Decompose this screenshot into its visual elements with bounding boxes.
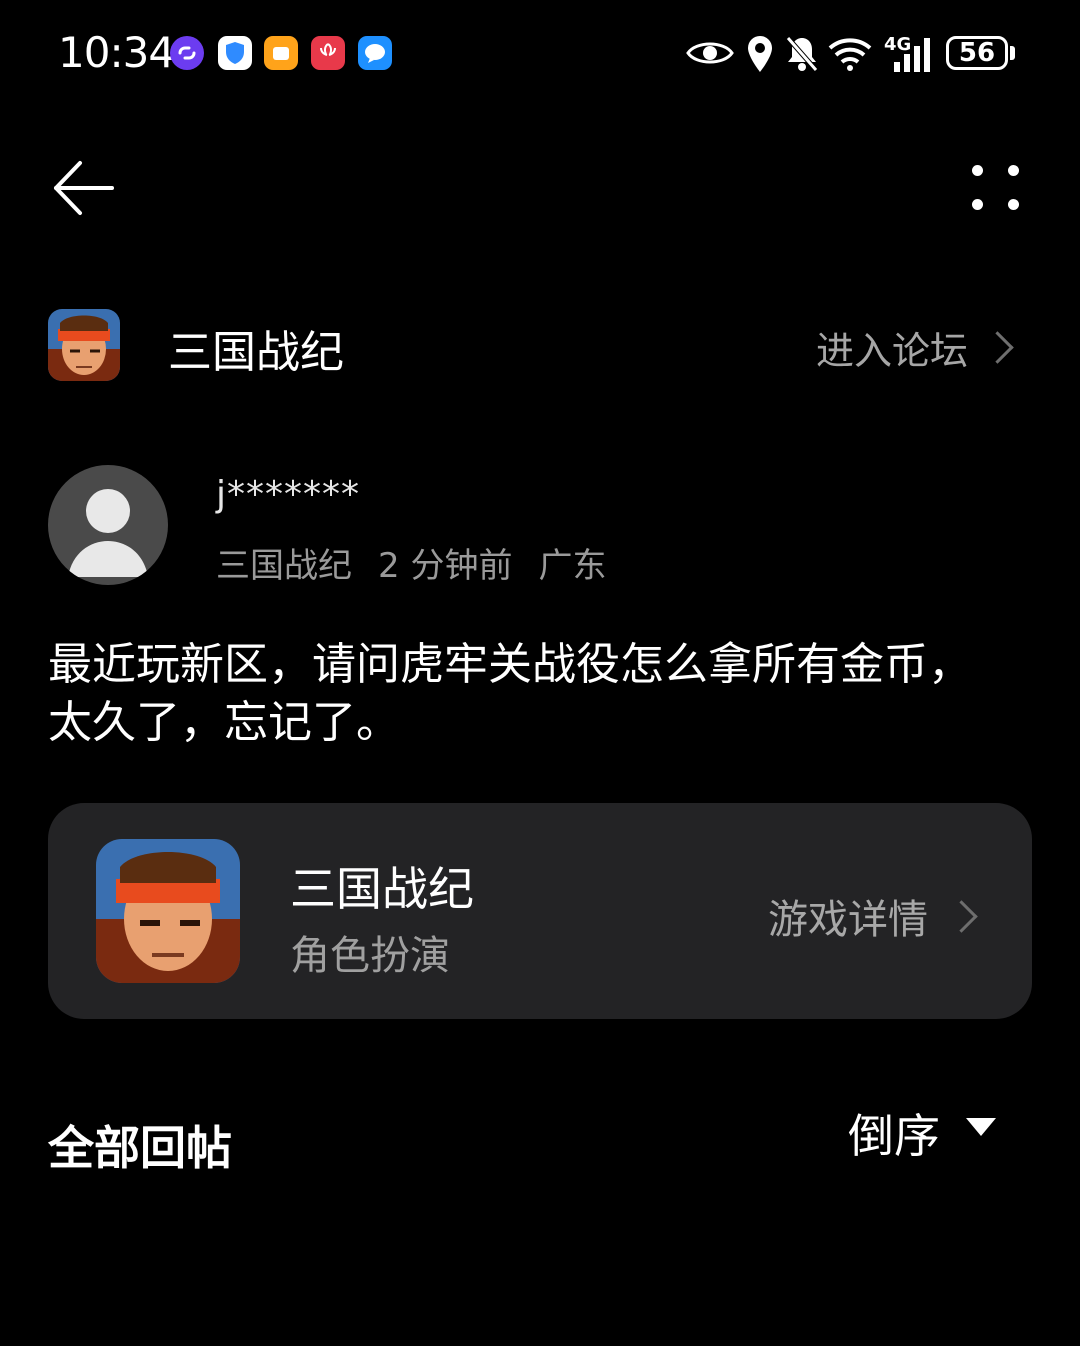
game-title: 三国战纪 — [290, 862, 474, 916]
enter-forum-link[interactable]: 进入论坛 — [816, 320, 1014, 375]
more-options-button[interactable] — [960, 155, 1030, 225]
message-app-icon — [358, 36, 392, 70]
game-icon — [96, 839, 240, 983]
post-meta-location: 广东 — [538, 546, 607, 586]
caret-down-icon[interactable] — [966, 1118, 996, 1136]
post-meta-game: 三国战纪 — [216, 546, 352, 586]
eye-icon — [686, 36, 734, 74]
game-card[interactable]: 三国战纪 角色扮演 游戏详情 — [48, 803, 1032, 1019]
post-meta-time: 2 分钟前 — [378, 546, 513, 586]
author-username[interactable]: j******* — [216, 474, 360, 515]
arrow-left-icon — [54, 161, 114, 215]
mute-bell-icon — [784, 34, 820, 78]
chevron-right-icon — [981, 331, 1014, 364]
chevron-right-icon — [945, 899, 978, 933]
wifi-icon — [826, 34, 874, 76]
battery-indicator: 56 — [946, 36, 1008, 70]
status-time: 10:34 — [58, 28, 175, 77]
all-replies-title: 全部回帖 — [48, 1121, 232, 1175]
link-app-icon — [170, 36, 204, 70]
location-icon — [744, 34, 776, 78]
author-avatar[interactable] — [48, 465, 168, 585]
battery-tip — [1010, 46, 1015, 60]
game-genre: 角色扮演 — [290, 933, 450, 979]
sort-order-button[interactable]: 倒序 — [848, 1100, 940, 1166]
huawei-app-icon — [311, 36, 345, 70]
orange-app-icon — [264, 36, 298, 70]
game-detail-label: 游戏详情 — [768, 897, 928, 943]
forum-game-icon[interactable] — [48, 309, 120, 381]
post-body: 最近玩新区，请问虎牢关战役怎么拿所有金币，太久了，忘记了。 — [48, 639, 972, 748]
shield-app-icon — [218, 36, 252, 70]
enter-forum-label: 进入论坛 — [816, 329, 969, 373]
signal-icon — [886, 36, 936, 76]
game-detail-link[interactable]: 游戏详情 — [768, 887, 978, 945]
post-meta: 三国战纪 2 分钟前 广东 — [216, 538, 606, 587]
back-button[interactable] — [50, 155, 120, 225]
forum-name[interactable]: 三国战纪 — [168, 316, 344, 380]
